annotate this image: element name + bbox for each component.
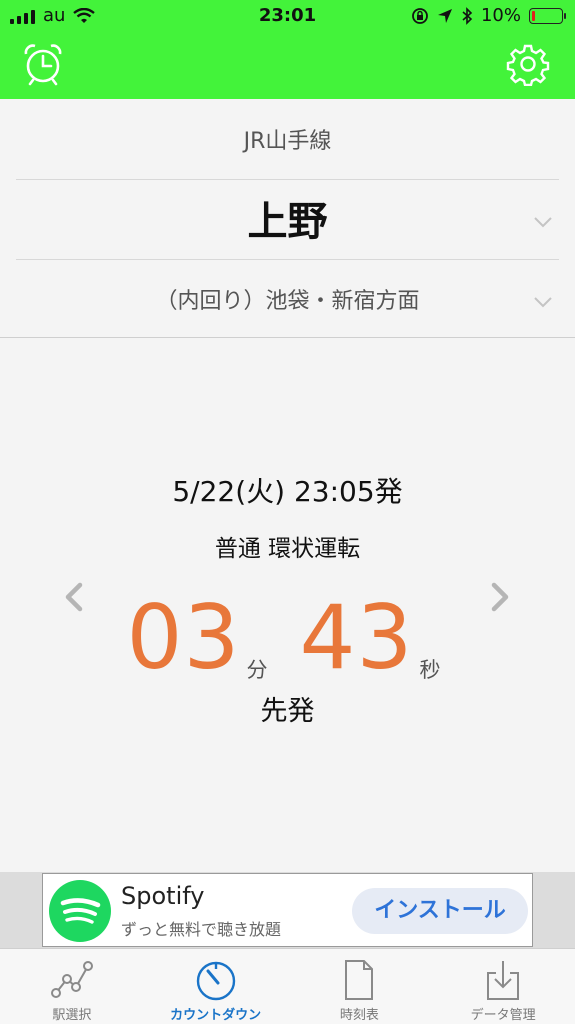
route-graph-icon — [50, 961, 93, 998]
ad-subtitle: ずっと無料で聴き放題 — [121, 920, 282, 939]
tab-countdown[interactable]: カウントダウン — [144, 949, 288, 1024]
chevron-down-icon — [534, 297, 552, 308]
line-name: JR山手線 — [243, 129, 332, 154]
divider — [16, 179, 559, 180]
header: au 23:01 10% — [0, 0, 575, 99]
alarm-clock-icon — [24, 44, 62, 86]
ad-card[interactable]: Spotify ずっと無料で聴き放題 インストール — [42, 873, 533, 947]
status-bar: au 23:01 10% — [0, 0, 575, 34]
departure-time: 5/22(火) 23:05発 — [172, 475, 403, 508]
station-selector[interactable]: 上野 — [0, 190, 575, 254]
battery-percent: 10% — [480, 5, 521, 26]
minutes-value: 03 — [126, 586, 241, 689]
countdown-display: 03 分 43 秒 — [0, 588, 575, 688]
seconds-unit: 秒 — [419, 658, 441, 682]
battery-icon — [529, 7, 566, 24]
chevron-down-icon — [534, 217, 552, 228]
train-order-label: 先発 — [260, 696, 315, 727]
tab-label: データ管理 — [470, 1008, 536, 1023]
tab-timetable[interactable]: 時刻表 — [288, 949, 432, 1024]
bluetooth-icon — [462, 6, 473, 25]
alarm-button[interactable] — [21, 42, 65, 86]
settings-button[interactable] — [506, 42, 550, 87]
tab-label: 時刻表 — [339, 1008, 379, 1023]
divider — [16, 259, 559, 260]
direction-label: （内回り）池袋・新宿方面 — [155, 289, 420, 314]
ad-title: Spotify — [121, 882, 205, 910]
train-type: 普通 環状運転 — [214, 536, 361, 562]
tab-data-management[interactable]: データ管理 — [431, 949, 575, 1024]
section-divider — [0, 337, 575, 338]
station-name: 上野 — [247, 199, 328, 245]
spotify-logo-icon — [49, 880, 111, 942]
tab-label: 駅選択 — [52, 1008, 92, 1023]
battery-fill — [532, 10, 535, 21]
timer-icon — [196, 961, 235, 1001]
tab-bar: 駅選択 カウントダウン 時刻表 データ管理 — [0, 948, 575, 1024]
install-button[interactable]: インストール — [352, 888, 528, 934]
direction-selector[interactable]: （内回り）池袋・新宿方面 — [0, 282, 575, 322]
download-tray-icon — [487, 961, 520, 1000]
tab-station-select[interactable]: 駅選択 — [0, 949, 144, 1024]
location-icon — [437, 8, 452, 23]
tab-label: カウントダウン — [170, 1008, 262, 1023]
rotation-lock-icon — [412, 7, 428, 24]
document-icon — [345, 960, 374, 1000]
gear-icon — [506, 44, 550, 87]
ad-banner: Spotify ずっと無料で聴き放題 インストール — [0, 872, 575, 948]
seconds-value: 43 — [299, 586, 414, 689]
minutes-unit: 分 — [246, 658, 268, 682]
